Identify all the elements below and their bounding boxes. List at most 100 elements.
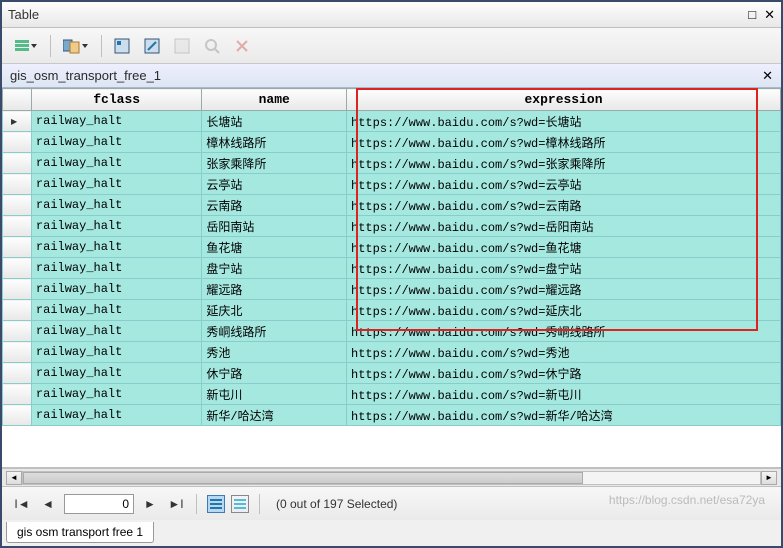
cell-fclass[interactable]: railway_halt (31, 363, 201, 384)
cell-fclass[interactable]: railway_halt (31, 153, 201, 174)
table-row[interactable]: railway_halt休宁路https://www.baidu.com/s?w… (3, 363, 781, 384)
row-selector[interactable] (3, 279, 32, 300)
cell-fclass[interactable]: railway_halt (31, 384, 201, 405)
table-row[interactable]: railway_halt耀远路https://www.baidu.com/s?w… (3, 279, 781, 300)
row-selector[interactable] (3, 258, 32, 279)
cell-expression[interactable]: https://www.baidu.com/s?wd=耀远路 (347, 279, 781, 300)
table-row[interactable]: railway_halt秀池https://www.baidu.com/s?wd… (3, 342, 781, 363)
table-row[interactable]: railway_halt张家乘降所https://www.baidu.com/s… (3, 153, 781, 174)
row-selector[interactable] (3, 321, 32, 342)
related-tables-button[interactable] (59, 35, 93, 57)
cell-expression[interactable]: https://www.baidu.com/s?wd=延庆北 (347, 300, 781, 321)
select-by-attributes-button[interactable] (110, 35, 134, 57)
layer-tab[interactable]: gis osm transport free 1 (6, 522, 154, 543)
cell-expression[interactable]: https://www.baidu.com/s?wd=岳阳南站 (347, 216, 781, 237)
row-selector[interactable] (3, 342, 32, 363)
cell-name[interactable]: 新屯川 (202, 384, 347, 405)
cell-expression[interactable]: https://www.baidu.com/s?wd=新屯川 (347, 384, 781, 405)
horizontal-scrollbar[interactable]: ◄ ► (2, 468, 781, 486)
cell-expression[interactable]: https://www.baidu.com/s?wd=张家乘降所 (347, 153, 781, 174)
row-selector[interactable] (3, 300, 32, 321)
delete-selection-button[interactable] (230, 35, 254, 57)
row-selector[interactable] (3, 216, 32, 237)
cell-fclass[interactable]: railway_halt (31, 237, 201, 258)
record-position-input[interactable] (64, 494, 134, 514)
row-selector[interactable] (3, 111, 32, 132)
cell-expression[interactable]: https://www.baidu.com/s?wd=云亭站 (347, 174, 781, 195)
cell-name[interactable]: 岳阳南站 (202, 216, 347, 237)
scroll-right-icon[interactable]: ► (761, 471, 777, 485)
column-header-fclass[interactable]: fclass (31, 89, 201, 111)
column-header-expression[interactable]: expression (347, 89, 781, 111)
cell-expression[interactable]: https://www.baidu.com/s?wd=樟林线路所 (347, 132, 781, 153)
cell-name[interactable]: 樟林线路所 (202, 132, 347, 153)
table-row[interactable]: railway_halt岳阳南站https://www.baidu.com/s?… (3, 216, 781, 237)
cell-expression[interactable]: https://www.baidu.com/s?wd=休宁路 (347, 363, 781, 384)
cell-fclass[interactable]: railway_halt (31, 216, 201, 237)
table-row[interactable]: railway_halt云亭站https://www.baidu.com/s?w… (3, 174, 781, 195)
cell-fclass[interactable]: railway_halt (31, 342, 201, 363)
cell-name[interactable]: 秀池 (202, 342, 347, 363)
column-header-name[interactable]: name (202, 89, 347, 111)
table-row[interactable]: railway_halt新屯川https://www.baidu.com/s?w… (3, 384, 781, 405)
table-row[interactable]: railway_halt云南路https://www.baidu.com/s?w… (3, 195, 781, 216)
row-selector[interactable] (3, 174, 32, 195)
cell-fclass[interactable]: railway_halt (31, 405, 201, 426)
table-row[interactable]: railway_halt长塘站https://www.baidu.com/s?w… (3, 111, 781, 132)
close-icon[interactable]: ✕ (764, 7, 775, 23)
cell-fclass[interactable]: railway_halt (31, 321, 201, 342)
cell-fclass[interactable]: railway_halt (31, 195, 201, 216)
row-selector[interactable] (3, 363, 32, 384)
cell-expression[interactable]: https://www.baidu.com/s?wd=云南路 (347, 195, 781, 216)
cell-fclass[interactable]: railway_halt (31, 258, 201, 279)
row-selector[interactable] (3, 237, 32, 258)
cell-expression[interactable]: https://www.baidu.com/s?wd=长塘站 (347, 111, 781, 132)
row-selector[interactable] (3, 195, 32, 216)
table-row[interactable]: railway_halt新华/哈达湾https://www.baidu.com/… (3, 405, 781, 426)
table-row[interactable]: railway_halt樟林线路所https://www.baidu.com/s… (3, 132, 781, 153)
row-selector[interactable] (3, 384, 32, 405)
switch-selection-button[interactable] (140, 35, 164, 57)
table-row[interactable]: railway_halt延庆北https://www.baidu.com/s?w… (3, 300, 781, 321)
cell-expression[interactable]: https://www.baidu.com/s?wd=鱼花塘 (347, 237, 781, 258)
cell-name[interactable]: 盘宁站 (202, 258, 347, 279)
cell-name[interactable]: 长塘站 (202, 111, 347, 132)
scroll-left-icon[interactable]: ◄ (6, 471, 22, 485)
first-record-button[interactable]: I◄ (12, 494, 32, 514)
row-selector[interactable] (3, 153, 32, 174)
cell-fclass[interactable]: railway_halt (31, 174, 201, 195)
show-all-records-button[interactable] (207, 495, 225, 513)
cell-name[interactable]: 张家乘降所 (202, 153, 347, 174)
show-selected-records-button[interactable] (231, 495, 249, 513)
zoom-selection-button[interactable] (200, 35, 224, 57)
scrollbar-thumb[interactable] (23, 472, 583, 484)
cell-name[interactable]: 鱼花塘 (202, 237, 347, 258)
table-row[interactable]: railway_halt盘宁站https://www.baidu.com/s?w… (3, 258, 781, 279)
prev-record-button[interactable]: ◄ (38, 494, 58, 514)
maximize-icon[interactable]: □ (748, 7, 756, 23)
next-record-button[interactable]: ► (140, 494, 160, 514)
cell-name[interactable]: 秀峒线路所 (202, 321, 347, 342)
table-row[interactable]: railway_halt秀峒线路所https://www.baidu.com/s… (3, 321, 781, 342)
cell-fclass[interactable]: railway_halt (31, 132, 201, 153)
cell-fclass[interactable]: railway_halt (31, 300, 201, 321)
cell-name[interactable]: 新华/哈达湾 (202, 405, 347, 426)
row-selector[interactable] (3, 132, 32, 153)
cell-name[interactable]: 耀远路 (202, 279, 347, 300)
table-row[interactable]: railway_halt鱼花塘https://www.baidu.com/s?w… (3, 237, 781, 258)
cell-fclass[interactable]: railway_halt (31, 111, 201, 132)
cell-expression[interactable]: https://www.baidu.com/s?wd=新华/哈达湾 (347, 405, 781, 426)
cell-fclass[interactable]: railway_halt (31, 279, 201, 300)
cell-expression[interactable]: https://www.baidu.com/s?wd=盘宁站 (347, 258, 781, 279)
cell-expression[interactable]: https://www.baidu.com/s?wd=秀峒线路所 (347, 321, 781, 342)
cell-name[interactable]: 延庆北 (202, 300, 347, 321)
table-options-button[interactable] (10, 35, 42, 57)
layer-close-icon[interactable]: ✕ (762, 68, 773, 84)
cell-name[interactable]: 休宁路 (202, 363, 347, 384)
row-selector-header[interactable] (3, 89, 32, 111)
row-selector[interactable] (3, 405, 32, 426)
cell-name[interactable]: 云南路 (202, 195, 347, 216)
cell-name[interactable]: 云亭站 (202, 174, 347, 195)
clear-selection-button[interactable] (170, 35, 194, 57)
last-record-button[interactable]: ►I (166, 494, 186, 514)
